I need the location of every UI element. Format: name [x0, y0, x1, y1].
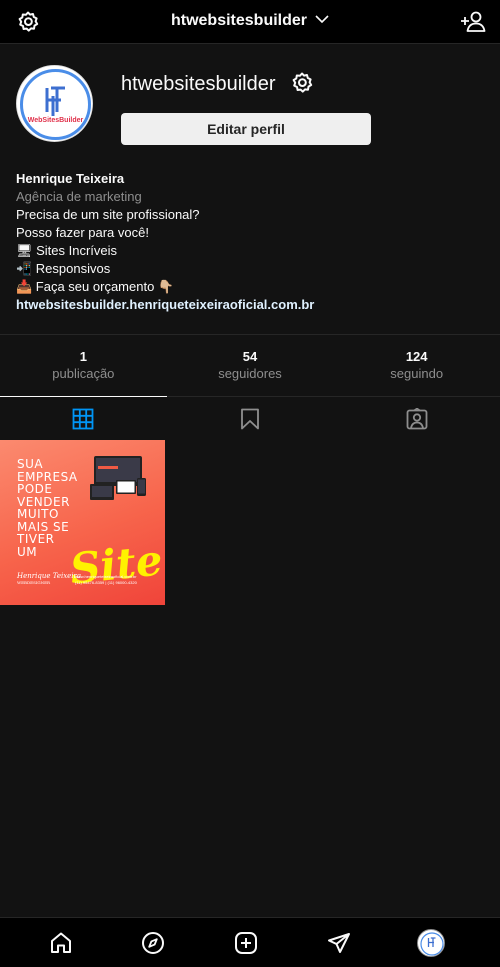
bio-category: Agência de marketing [16, 189, 142, 204]
account-switcher[interactable]: htwebsitesbuilder [0, 12, 500, 30]
profile-stats: 1 publicação 54 seguidores 124 seguindo [0, 334, 500, 396]
post-thumbnail[interactable]: SUA EMPRESA PODE VENDER MUITO MAIS SE TI… [0, 440, 165, 605]
header-username: htwebsitesbuilder [170, 12, 308, 29]
home-icon[interactable] [49, 931, 73, 955]
top-bar: htwebsitesbuilder [0, 0, 500, 44]
stat-posts: 1 publicação [0, 335, 167, 396]
direct-message-icon[interactable] [327, 931, 351, 955]
profile-bio: Henrique Teixeira Agência de marketing P… [16, 170, 486, 314]
headline-line: SUA [17, 457, 44, 471]
bio-line: 📲 Responsivos [16, 261, 111, 276]
bottom-navigation [0, 917, 500, 967]
bio-name: Henrique Teixeira [16, 171, 125, 186]
signature-sub: WEBDESIGNER [17, 580, 51, 585]
post-signature: Henrique Teixeira WEBDESIGNER [17, 572, 81, 585]
stat-followers[interactable]: 54 seguidores [167, 335, 334, 396]
stat-value: 1 [79, 349, 87, 364]
headline-line: MUITO [17, 507, 59, 521]
tab-grid[interactable] [0, 396, 167, 440]
svg-text:WebSitesBuilder: WebSitesBuilder [28, 117, 84, 124]
new-post-icon[interactable] [234, 931, 258, 955]
profile-tabs [0, 396, 500, 440]
profile-username: htwebsitesbuilder [121, 73, 276, 95]
stat-following[interactable]: 124 seguindo [333, 335, 500, 396]
bio-website-link[interactable]: htwebsitesbuilder.henriqueteixeiraoficia… [16, 296, 486, 314]
contact-line: (11) 95476-8359 | (11) 96000-4320 [75, 580, 137, 585]
bio-line: 🖥 Sites Incríveis [16, 243, 118, 258]
post-contact: www.henriqueteixeiraoficial.com.br (11) … [75, 574, 137, 586]
explore-icon[interactable] [141, 931, 165, 955]
devices-mockup-icon [90, 456, 146, 500]
stat-value: 124 [405, 349, 428, 364]
post-headline: SUA EMPRESA PODE VENDER MUITO MAIS SE TI… [17, 458, 78, 558]
bio-line: Posso fazer para você! [16, 225, 149, 240]
tab-tagged[interactable] [333, 397, 500, 440]
stat-label: seguidores [218, 366, 282, 381]
headline-line: PODE [17, 482, 53, 496]
tagged-icon [406, 407, 428, 429]
signature-name: Henrique Teixeira [17, 572, 82, 580]
stat-label: publicação [52, 366, 115, 381]
headline-line: TIVER [17, 532, 55, 546]
saved-icon [241, 408, 259, 429]
edit-profile-button[interactable]: Editar perfil [121, 113, 371, 145]
bio-line: 📥 Faça seu orçamento 👇🏼 [16, 279, 175, 294]
options-gear-icon[interactable] [290, 71, 314, 95]
stat-value: 54 [242, 349, 258, 364]
add-user-icon[interactable] [460, 10, 486, 34]
bio-line: Precisa de um site profissional? [16, 207, 200, 222]
logo-icon [420, 932, 444, 956]
tab-saved[interactable] [167, 397, 334, 440]
chevron-down-icon [315, 15, 329, 24]
stat-label: seguindo [390, 366, 444, 381]
grid-icon [72, 408, 94, 429]
profile-nav-avatar[interactable] [417, 929, 445, 957]
logo-icon: WebSitesBuilder [20, 69, 91, 140]
profile-avatar[interactable]: WebSitesBuilder [16, 65, 93, 142]
